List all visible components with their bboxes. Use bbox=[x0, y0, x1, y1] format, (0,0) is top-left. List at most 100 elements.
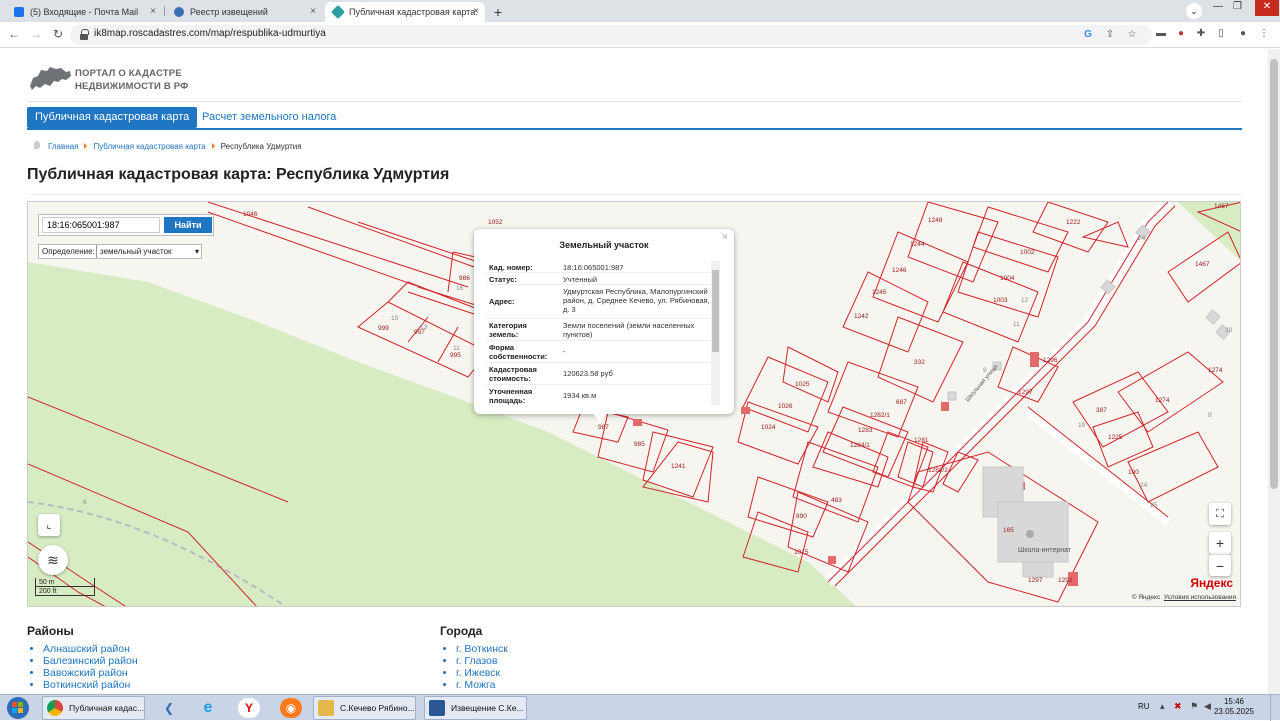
cadastral-map[interactable]: 1046 1052 986 999 997 995 15 13 11 16 987 985 1241 12… bbox=[27, 201, 1241, 607]
language-indicator[interactable]: RU bbox=[1138, 702, 1150, 711]
puzzle-icon[interactable]: ✚ bbox=[1195, 28, 1207, 40]
tab-registry[interactable]: Реестр извещений × bbox=[166, 2, 322, 22]
network-icon[interactable]: ✖ bbox=[1174, 701, 1182, 712]
parcel-label[interactable]: 890 bbox=[796, 513, 807, 520]
profile-icon[interactable]: ● bbox=[1237, 28, 1249, 40]
parcel-label[interactable]: 165 bbox=[1003, 527, 1014, 534]
parcel-label[interactable]: 1242 bbox=[854, 313, 869, 320]
list-item[interactable]: г. Можга bbox=[456, 679, 508, 691]
layers-button[interactable]: ≋ bbox=[38, 545, 68, 575]
minimize-icon[interactable]: — bbox=[1213, 0, 1223, 16]
parcel-label[interactable]: 1025 bbox=[795, 381, 810, 388]
parcel-label[interactable]: 1015 bbox=[794, 549, 809, 556]
parcel-label[interactable]: 1225 bbox=[1108, 434, 1123, 441]
parcel-label[interactable]: 1297 bbox=[1018, 389, 1033, 396]
ruler-button[interactable]: ⌞ bbox=[38, 514, 60, 536]
find-button[interactable]: Найти bbox=[164, 217, 212, 233]
parcel-label[interactable]: 999 bbox=[378, 325, 389, 332]
window-close-icon[interactable]: ✕ bbox=[1255, 0, 1279, 16]
parcel-label[interactable]: 1004 bbox=[1000, 275, 1015, 282]
volume-icon[interactable]: ◀ bbox=[1204, 701, 1211, 712]
parcel-label[interactable]: 1244 bbox=[910, 241, 925, 248]
parcel-label[interactable]: 1282/2 bbox=[928, 467, 948, 474]
list-item[interactable]: г. Ижевск bbox=[456, 667, 508, 679]
cadastral-number-input[interactable] bbox=[42, 217, 160, 233]
tab-search-button[interactable]: ⌄ bbox=[1186, 3, 1202, 19]
zoom-in-button[interactable]: + bbox=[1209, 532, 1231, 554]
parcel-label[interactable]: 1046 bbox=[243, 211, 258, 218]
menu-icon[interactable]: ⋮ bbox=[1258, 28, 1270, 40]
parcel-label[interactable]: 24 bbox=[1138, 235, 1146, 242]
new-tab-button[interactable]: + bbox=[489, 3, 507, 21]
yandex-logo[interactable]: Яндекс bbox=[1190, 576, 1233, 590]
back-icon[interactable]: ← bbox=[6, 26, 22, 42]
parcel-label[interactable]: 1274 bbox=[1155, 397, 1170, 404]
tray-arrow-icon[interactable]: ▴ bbox=[1160, 701, 1165, 712]
bookmark-star-icon[interactable]: ☆ bbox=[1126, 29, 1138, 41]
parcel-label[interactable]: 8 bbox=[1208, 412, 1212, 419]
parcel-label[interactable]: 15 bbox=[391, 315, 399, 322]
breadcrumb-map[interactable]: Публичная кадастровая карта bbox=[93, 142, 205, 151]
parcel-label[interactable]: 483 bbox=[831, 497, 842, 504]
parcel-label[interactable]: 1245 bbox=[872, 289, 887, 296]
close-icon[interactable]: × bbox=[473, 2, 479, 22]
parcel-label[interactable]: 12 bbox=[1021, 297, 1029, 304]
parcel-label[interactable]: 1241 bbox=[671, 463, 686, 470]
logo-text[interactable]: ПОРТАЛ О КАДАСТРЕ НЕДВИЖИМОСТИ В РФ bbox=[75, 67, 189, 93]
parcel-label[interactable]: 1026 bbox=[778, 403, 793, 410]
definition-select[interactable]: земельный участок bbox=[96, 245, 202, 258]
parcel-label[interactable]: 25 bbox=[1150, 502, 1158, 509]
maximize-icon[interactable]: ❐ bbox=[1233, 0, 1242, 16]
zoom-out-button[interactable]: − bbox=[1209, 554, 1231, 576]
parcel-label[interactable]: 1222 bbox=[1066, 219, 1081, 226]
extension-icon[interactable]: ● bbox=[1175, 28, 1187, 40]
taskbar-word[interactable]: Извещение С.Ке... bbox=[424, 696, 527, 720]
parcel-label[interactable]: 20 bbox=[1225, 327, 1233, 334]
forward-icon[interactable]: → bbox=[28, 26, 44, 42]
show-desktop-button[interactable] bbox=[1270, 695, 1280, 721]
page-scrollbar[interactable] bbox=[1268, 49, 1280, 694]
parcel-label[interactable]: 1282/1 bbox=[870, 412, 890, 419]
parcel-label[interactable]: 987 bbox=[598, 424, 609, 431]
nav-public-map[interactable]: Публичная кадастровая карта bbox=[27, 107, 198, 128]
tab-mail[interactable]: (5) Входящие - Почта Mail × bbox=[6, 2, 162, 22]
close-icon[interactable]: × bbox=[310, 2, 316, 22]
yandex-browser-icon[interactable]: Y bbox=[238, 698, 260, 718]
parcel-label[interactable]: 11 bbox=[1013, 321, 1020, 328]
parcel-label[interactable]: 1467 bbox=[1195, 261, 1210, 268]
parcel-label[interactable]: 100 bbox=[1128, 469, 1139, 476]
parcel-label[interactable]: 1283 bbox=[858, 427, 873, 434]
parcel-label[interactable]: 1296 bbox=[1043, 357, 1058, 364]
parcel-label[interactable]: 687 bbox=[896, 399, 907, 406]
parcel-label[interactable]: 16 bbox=[456, 285, 464, 292]
terms-link[interactable]: Условия использования bbox=[1164, 594, 1236, 601]
parcel-label[interactable]: 1003 bbox=[993, 297, 1008, 304]
parcel-label[interactable]: 13 bbox=[420, 324, 428, 331]
parcel-label[interactable]: 1052 bbox=[488, 219, 503, 226]
google-translate-icon[interactable]: G bbox=[1082, 29, 1094, 41]
app-icon[interactable]: ❮ bbox=[158, 698, 180, 718]
parcel-label[interactable]: 1246 bbox=[892, 267, 907, 274]
parcel-label[interactable]: 1024 bbox=[761, 424, 776, 431]
url-field[interactable]: ik8map.roscadastres.com/map/respublika-u… bbox=[70, 25, 1152, 45]
parcel-label[interactable]: 1292 bbox=[1058, 577, 1073, 584]
parcel-label[interactable]: 19 bbox=[1078, 422, 1086, 429]
parcel-label[interactable]: 6 bbox=[83, 499, 87, 506]
parcel-label[interactable]: 985 bbox=[634, 441, 645, 448]
parcel-label[interactable]: 11 bbox=[453, 345, 460, 352]
scroll-thumb[interactable] bbox=[712, 270, 719, 352]
parcel-label[interactable]: 1274 bbox=[1208, 367, 1223, 374]
popup-scrollbar[interactable] bbox=[711, 261, 720, 405]
scroll-thumb[interactable] bbox=[1270, 59, 1278, 489]
parcel-label[interactable]: 1297 bbox=[1028, 577, 1043, 584]
close-icon[interactable]: × bbox=[150, 2, 156, 22]
extension-icon[interactable]: ▬ bbox=[1155, 28, 1167, 40]
parcel-label[interactable]: 1281 bbox=[914, 437, 929, 444]
list-item[interactable]: г. Глазов bbox=[456, 655, 508, 667]
list-item[interactable]: Балезинский район bbox=[43, 655, 138, 667]
firefox-icon[interactable]: ◉ bbox=[280, 698, 302, 718]
list-item[interactable]: г. Воткинск bbox=[456, 643, 508, 655]
sidebar-icon[interactable]: ▯ bbox=[1215, 28, 1227, 40]
share-icon[interactable]: ⇪ bbox=[1104, 29, 1116, 41]
taskbar-explorer[interactable]: С.Кечево Рябино... bbox=[313, 696, 416, 720]
